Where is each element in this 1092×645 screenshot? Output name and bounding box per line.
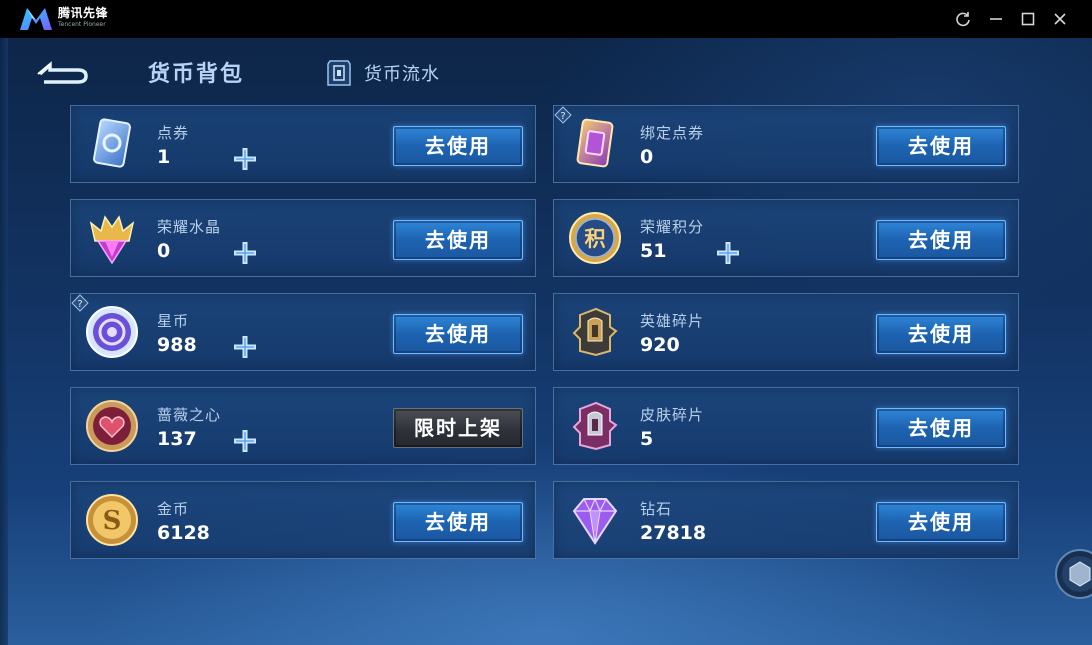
currency-name: 蔷薇之心 bbox=[157, 406, 222, 424]
currency-value: 5 bbox=[640, 428, 654, 450]
tab-currency-flow[interactable]: 货币流水 bbox=[326, 58, 440, 88]
currency-card-voucher: 点券 1 去使用 bbox=[70, 105, 536, 183]
use-button[interactable]: 去使用 bbox=[876, 314, 1006, 354]
use-button[interactable]: 去使用 bbox=[876, 220, 1006, 260]
rose-heart-icon bbox=[86, 400, 138, 452]
svg-text:积: 积 bbox=[585, 227, 606, 251]
star-coin-icon bbox=[86, 306, 138, 358]
currency-name: 金币 bbox=[157, 500, 190, 518]
refresh-icon bbox=[956, 12, 970, 27]
use-button[interactable]: 去使用 bbox=[876, 408, 1006, 448]
app-logo-icon bbox=[20, 8, 52, 30]
currency-value: 920 bbox=[640, 334, 680, 356]
currency-value: 0 bbox=[157, 240, 171, 262]
app-subtitle: Tencent Pioneer bbox=[58, 21, 106, 28]
tab-currency-bag[interactable]: 货币背包 bbox=[148, 56, 244, 88]
currency-value: 27818 bbox=[640, 522, 707, 544]
currency-name: 钻石 bbox=[640, 500, 673, 518]
plus-icon[interactable] bbox=[714, 239, 742, 267]
maximize-icon bbox=[1021, 12, 1035, 26]
limited-time-button[interactable]: 限时上架 bbox=[393, 408, 523, 448]
glory-crystal-icon bbox=[89, 215, 135, 265]
currency-name: 点券 bbox=[157, 124, 190, 142]
use-button[interactable]: 去使用 bbox=[393, 126, 523, 166]
plus-icon[interactable] bbox=[231, 145, 259, 173]
frame-edge bbox=[0, 38, 8, 645]
plus-icon[interactable] bbox=[231, 333, 259, 361]
tab-currency-flow-label: 货币流水 bbox=[364, 64, 440, 85]
title-bar: 腾讯先锋 Tencent Pioneer bbox=[0, 0, 1092, 38]
currency-name: 绑定点券 bbox=[640, 124, 705, 142]
back-button[interactable] bbox=[34, 56, 92, 86]
currency-value: 0 bbox=[640, 146, 654, 168]
use-button[interactable]: 去使用 bbox=[393, 220, 523, 260]
use-button[interactable]: 去使用 bbox=[876, 502, 1006, 542]
currency-name: 星币 bbox=[157, 312, 190, 330]
currency-value: 6128 bbox=[157, 522, 210, 544]
currency-value: 51 bbox=[640, 240, 667, 262]
currency-name: 荣耀水晶 bbox=[157, 218, 222, 236]
bound-voucher-card-icon bbox=[576, 118, 614, 168]
use-button[interactable]: 去使用 bbox=[876, 126, 1006, 166]
close-icon bbox=[1054, 13, 1066, 25]
currency-name: 皮肤碎片 bbox=[640, 406, 705, 424]
currency-card-star-coin: ? 星币 988 去使用 bbox=[70, 293, 536, 371]
svg-text:?: ? bbox=[77, 299, 82, 310]
hero-fragment-icon bbox=[572, 307, 618, 357]
currency-card-rose-heart: 蔷薇之心 137 限时上架 bbox=[70, 387, 536, 465]
currency-card-hero-fragment: 英雄碎片 920 去使用 bbox=[553, 293, 1019, 371]
use-button[interactable]: 去使用 bbox=[393, 502, 523, 542]
currency-value: 988 bbox=[157, 334, 197, 356]
diamond-icon bbox=[572, 497, 618, 545]
currency-card-gold-coin: S 金币 6128 去使用 bbox=[70, 481, 536, 559]
currency-value: 137 bbox=[157, 428, 197, 450]
currency-value: 1 bbox=[157, 146, 171, 168]
voucher-card-icon bbox=[93, 118, 131, 168]
refresh-button[interactable] bbox=[952, 8, 974, 30]
game-view: 货币背包 货币流水 点券 1 去使用 荣耀水晶 0 去使用 ? 星币 988 去… bbox=[0, 38, 1092, 645]
currency-name: 英雄碎片 bbox=[640, 312, 705, 330]
minimize-button[interactable] bbox=[985, 8, 1007, 30]
currency-card-bound-voucher: ? 绑定点券 0 去使用 bbox=[553, 105, 1019, 183]
ledger-icon bbox=[327, 60, 351, 86]
glory-points-icon: 积 bbox=[569, 212, 621, 264]
maximize-button[interactable] bbox=[1017, 8, 1039, 30]
close-button[interactable] bbox=[1049, 8, 1071, 30]
use-button[interactable]: 去使用 bbox=[393, 314, 523, 354]
skin-fragment-icon bbox=[572, 401, 618, 451]
currency-name: 荣耀积分 bbox=[640, 218, 705, 236]
floating-gear-button[interactable] bbox=[1054, 546, 1092, 602]
minimize-icon bbox=[990, 18, 1002, 20]
currency-card-glory-crystal: 荣耀水晶 0 去使用 bbox=[70, 199, 536, 277]
svg-text:?: ? bbox=[560, 111, 565, 122]
plus-icon[interactable] bbox=[231, 239, 259, 267]
plus-icon[interactable] bbox=[231, 427, 259, 455]
currency-card-glory-points: 积 荣耀积分 51 去使用 bbox=[553, 199, 1019, 277]
gold-coin-icon: S bbox=[86, 494, 138, 546]
svg-text:S: S bbox=[103, 506, 122, 536]
app-title: 腾讯先锋 bbox=[58, 6, 109, 20]
currency-card-skin-fragment: 皮肤碎片 5 去使用 bbox=[553, 387, 1019, 465]
currency-card-diamond: 钻石 27818 去使用 bbox=[553, 481, 1019, 559]
